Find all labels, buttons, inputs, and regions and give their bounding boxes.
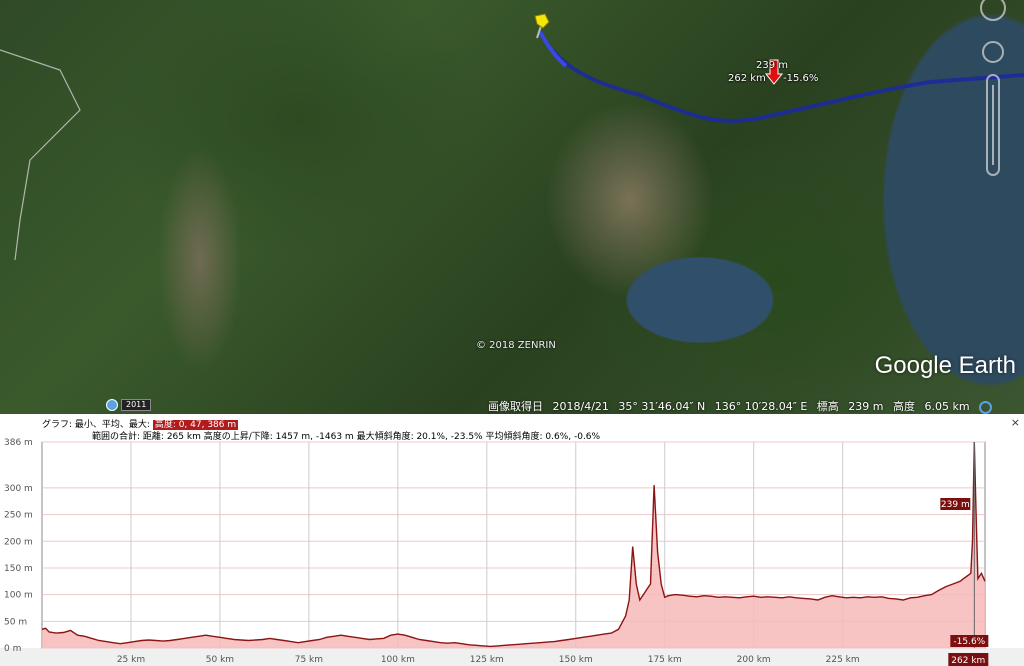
x-tick-label: 225 km bbox=[826, 655, 860, 665]
route-overlay bbox=[0, 0, 1024, 261]
x-tick-label: 150 km bbox=[559, 655, 593, 665]
marker-elevation: 239 m bbox=[756, 60, 789, 71]
x-tick-label: 175 km bbox=[648, 655, 682, 665]
y-tick-label: 200 m bbox=[4, 537, 33, 547]
y-tick-label: 250 m bbox=[4, 511, 33, 521]
x-tick-label: 75 km bbox=[295, 655, 323, 665]
longitude: 136° 10′28.04″ E bbox=[714, 400, 808, 413]
y-tick-label: 150 m bbox=[4, 564, 33, 574]
current-elev-label: 239 m bbox=[941, 500, 970, 510]
status-bar: 画像取得日 2018/4/21 35° 31′46.04″ N 136° 10′… bbox=[488, 398, 993, 414]
elevation-label: 標高 bbox=[816, 400, 839, 413]
current-x-label: 262 km bbox=[951, 656, 985, 666]
x-tick-label: 50 km bbox=[206, 655, 234, 665]
google-earth-logo: Google Earth bbox=[874, 352, 1016, 379]
x-axis-strip bbox=[0, 648, 1024, 666]
altitude-value: 6.05 km bbox=[924, 400, 970, 413]
y-tick-label: 100 m bbox=[4, 591, 33, 601]
y-tick-label: 0 m bbox=[4, 644, 21, 654]
marker-grade: -15.6% bbox=[783, 73, 819, 84]
streaming-indicator-icon bbox=[979, 400, 993, 414]
current-grade-label: -15.6% bbox=[953, 637, 985, 647]
x-tick-label: 200 km bbox=[737, 655, 771, 665]
imagery-year: 2011 bbox=[121, 399, 152, 411]
elevation-chart[interactable]: 0 m 50 m 100 m 150 m 200 m 250 m 300 m 386 m 25 … bbox=[0, 414, 1024, 666]
historical-imagery-badge[interactable]: 2011 bbox=[106, 399, 152, 411]
x-tick-label: 125 km bbox=[470, 655, 504, 665]
route-path-start bbox=[538, 31, 568, 68]
y-tick-label: 386 m bbox=[4, 438, 33, 448]
latitude: 35° 31′46.04″ N bbox=[618, 400, 706, 413]
elevation-value: 239 m bbox=[848, 400, 884, 413]
y-tick-label: 300 m bbox=[4, 484, 33, 494]
y-tick-label: 50 m bbox=[4, 617, 27, 627]
x-tick-label: 25 km bbox=[117, 655, 145, 665]
marker-distance: 262 km bbox=[728, 73, 766, 84]
image-date: 2018/4/21 bbox=[552, 400, 609, 413]
satellite-map-view[interactable]: 239 m 262 km -15.6% © 2018 ZENRIN Google… bbox=[0, 0, 1024, 414]
clock-icon bbox=[106, 399, 118, 411]
altitude-label: 高度 bbox=[893, 400, 915, 413]
x-tick-label: 100 km bbox=[381, 655, 415, 665]
admin-boundary-line bbox=[0, 49, 81, 261]
navigation-controls[interactable] bbox=[980, 0, 1006, 176]
image-date-label: 画像取得日 bbox=[488, 400, 543, 413]
map-copyright: © 2018 ZENRIN bbox=[476, 340, 556, 351]
elevation-profile-panel[interactable]: グラフ: 最小、平均、最大: 高度: 0, 47, 386 m 範囲の合計: 距… bbox=[0, 414, 1024, 666]
route-marker-info: 239 m 262 km -15.6% bbox=[728, 60, 818, 84]
